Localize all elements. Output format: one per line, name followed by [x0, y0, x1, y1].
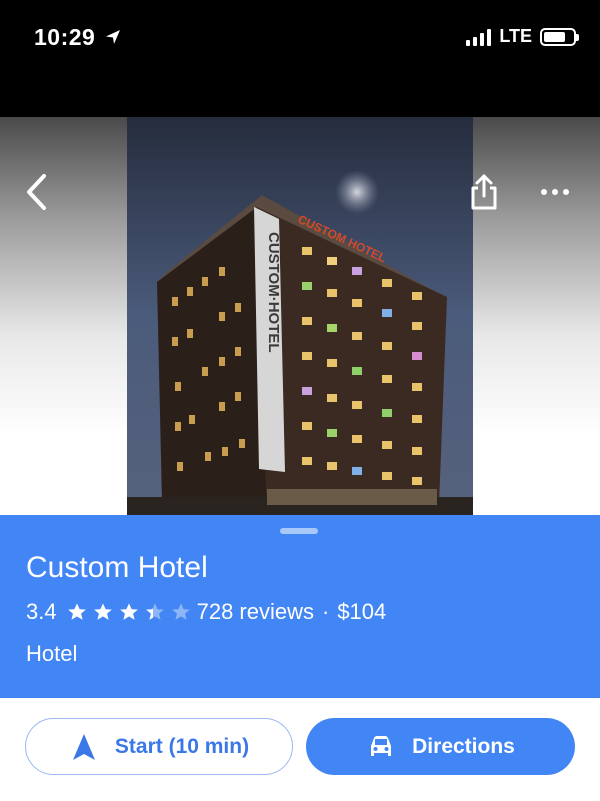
directions-label: Directions	[412, 734, 515, 758]
back-button[interactable]	[20, 170, 54, 214]
share-button[interactable]	[467, 172, 501, 212]
place-category: Hotel	[26, 641, 78, 666]
vertical-sign-text: CUSTOM·HOTEL	[265, 232, 282, 353]
start-label: Start (10 min)	[114, 734, 250, 758]
location-arrow-icon	[106, 30, 120, 44]
share-icon	[471, 174, 497, 210]
status-bar: 10:29 LTE	[0, 0, 600, 117]
car-icon	[371, 735, 392, 756]
price: $104	[337, 599, 387, 624]
chevron-left-icon	[27, 174, 46, 210]
rating-stars	[67, 602, 191, 622]
directions-button[interactable]: Directions	[306, 718, 575, 775]
star-icon	[67, 603, 86, 620]
star-icon	[93, 603, 112, 620]
separator: ·	[321, 599, 330, 624]
more-options-button[interactable]	[538, 178, 572, 206]
status-indicators: LTE	[466, 26, 579, 47]
hotel-building-image: CUSTOM·HOTEL CUSTOM HOTEL	[127, 117, 473, 515]
star-icon	[119, 603, 138, 620]
rating-row[interactable]: 3.4 728 reviews · $104	[26, 599, 386, 625]
status-time: 10:29	[34, 24, 96, 50]
battery-level	[544, 31, 565, 42]
more-horizontal-icon	[541, 189, 569, 195]
photo-carousel[interactable]: CUSTOM·HOTEL CUSTOM HOTEL	[0, 117, 600, 598]
reviews-count[interactable]: 728 reviews	[197, 599, 314, 625]
star-icon	[145, 603, 164, 620]
rating-value: 3.4	[26, 599, 57, 624]
navigation-arrow-icon	[72, 733, 95, 760]
star-icon	[171, 603, 190, 620]
action-bar: Start (10 min) Directions	[0, 698, 600, 801]
place-title: Custom Hotel	[26, 551, 208, 584]
signal-icon	[466, 28, 492, 46]
battery-icon	[540, 27, 579, 46]
hotel-photo[interactable]: CUSTOM·HOTEL CUSTOM HOTEL	[127, 117, 473, 515]
start-navigation-button[interactable]: Start (10 min)	[25, 718, 293, 775]
drag-handle[interactable]	[280, 528, 318, 534]
network-label: LTE	[499, 26, 532, 46]
place-info-panel[interactable]: Custom Hotel 3.4 728 reviews · $104 Hote…	[0, 515, 600, 698]
